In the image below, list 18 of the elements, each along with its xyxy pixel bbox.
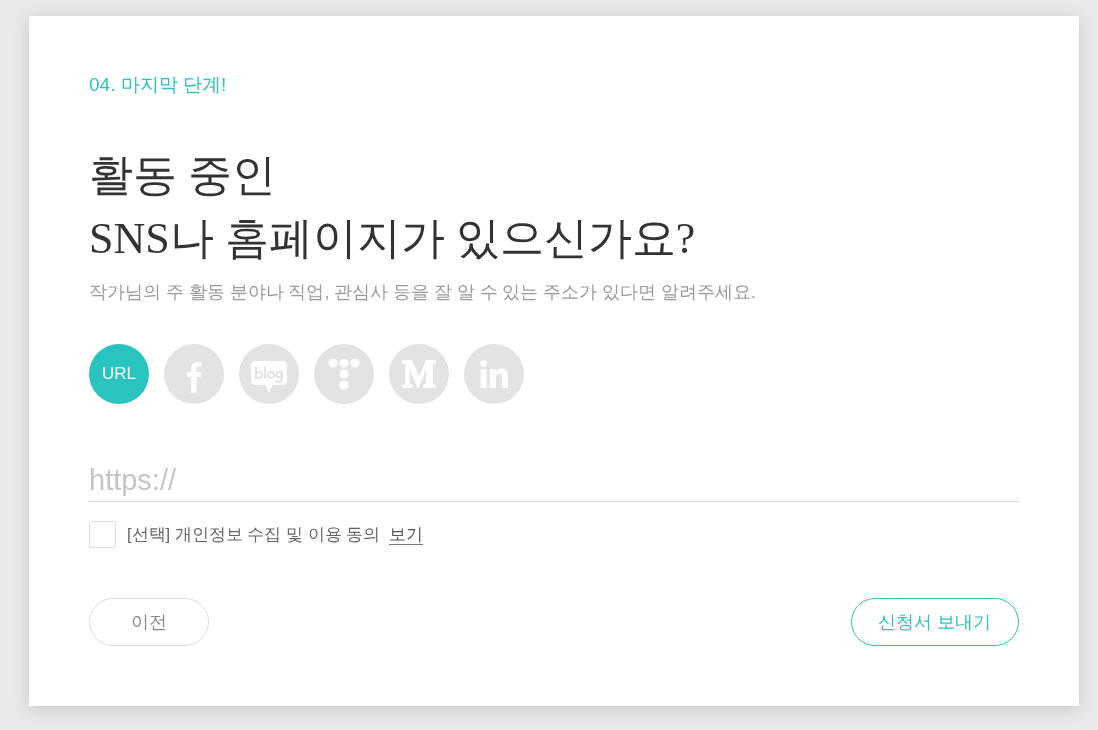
step-label: 04. 마지막 단계!	[89, 73, 227, 97]
consent-checkbox[interactable]	[89, 521, 116, 548]
facebook-button[interactable]	[164, 344, 224, 404]
url-input[interactable]: https://	[89, 460, 1019, 502]
m-logo-button[interactable]	[389, 344, 449, 404]
description: 작가님의 주 활동 분야나 직업, 관심사 등을 잘 알 수 있는 주소가 있다면 알려주세요.	[89, 281, 756, 304]
submit-button[interactable]: 신청서 보내기	[851, 598, 1019, 646]
linkedin-icon	[480, 360, 508, 388]
blog-bubble-icon	[251, 361, 287, 393]
previous-button[interactable]: 이전	[89, 598, 209, 646]
facebook-icon	[186, 361, 202, 393]
consent-label: [선택] 개인정보 수집 및 이용 동의	[127, 523, 381, 545]
m-logo-icon	[402, 360, 436, 388]
url-button[interactable]: URL	[89, 344, 149, 404]
heading: 활동 중인 SNS나 홈페이지가 있으신가요?	[89, 150, 696, 265]
dots-logo-button[interactable]	[314, 344, 374, 404]
dots-icon	[328, 358, 360, 390]
view-link[interactable]: 보기	[389, 524, 424, 545]
